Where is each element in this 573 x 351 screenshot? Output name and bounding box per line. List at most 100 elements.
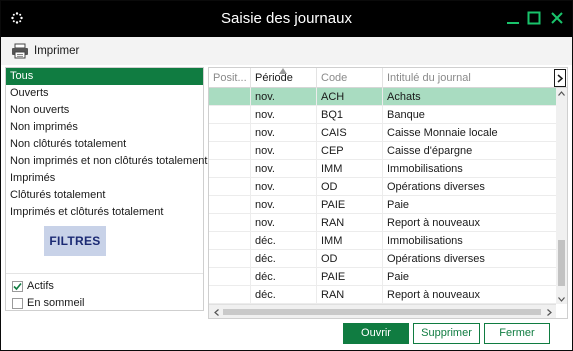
filter-item-tous[interactable]: Tous [6,68,203,85]
cell-period: nov. [251,160,317,178]
cell-position [209,214,251,232]
open-button[interactable]: Ouvrir [343,323,409,344]
scroll-left-icon[interactable] [211,307,221,317]
grid-header: Posit... Période Code Intitulé du journa… [209,68,567,88]
vertical-scroll-thumb[interactable] [558,240,565,286]
delete-button[interactable]: Supprimer [413,323,480,344]
cell-code: PAIE [317,268,383,286]
print-label: Imprimer [34,45,80,57]
cell-label: Caisse Monnaie locale [383,124,557,142]
cell-period: nov. [251,178,317,196]
cell-code: CAIS [317,124,383,142]
table-row[interactable]: nov. OD Opérations diverses [209,178,557,196]
table-row[interactable]: déc. IMM Immobilisations [209,232,557,250]
column-header-code[interactable]: Code [317,68,383,88]
cell-label: Achats [383,88,557,106]
table-row[interactable]: nov. ACH Achats [209,88,557,106]
cell-period: nov. [251,214,317,232]
table-row[interactable]: déc. OD Opérations diverses [209,250,557,268]
column-header-label[interactable]: Intitulé du journal [383,68,553,88]
sort-ascending-icon [279,68,287,74]
filter-panel: Tous Ouverts Non ouverts Non imprimés No… [5,67,207,311]
cell-code: IMM [317,160,383,178]
scroll-up-icon[interactable] [556,88,567,98]
filters-logo: FILTRES [44,226,106,256]
maximize-icon[interactable] [525,9,543,27]
table-row[interactable]: nov. RAN Report à nouveaux [209,214,557,232]
checkmark-icon [13,282,22,290]
cell-label: Report à nouveaux [383,214,557,232]
cell-position [209,88,251,106]
cell-position [209,250,251,268]
title-bar: Saisie des journaux [1,1,572,37]
cell-label: Paie [383,196,557,214]
cell-code: ACH [317,88,383,106]
table-row[interactable]: déc. RAN Report à nouveaux [209,286,557,304]
cell-period: déc. [251,268,317,286]
cell-period: déc. [251,286,317,304]
filter-item-ouverts[interactable]: Ouverts [6,85,203,102]
column-header-position[interactable]: Posit... [209,68,251,88]
journals-grid: Posit... Période Code Intitulé du journa… [208,67,568,319]
cell-period: nov. [251,196,317,214]
cell-label: Opérations diverses [383,250,557,268]
scroll-right-icon[interactable] [544,307,554,317]
close-button[interactable]: Fermer [484,323,550,344]
horizontal-scroll-thumb[interactable] [223,309,541,315]
cell-position [209,160,251,178]
cell-code: CEP [317,142,383,160]
table-row[interactable]: nov. PAIE Paie [209,196,557,214]
cell-period: nov. [251,124,317,142]
column-header-period[interactable]: Période [251,68,317,88]
scroll-right-button[interactable] [554,69,566,87]
cell-label: Immobilisations [383,232,557,250]
actifs-label: Actifs [27,280,54,292]
chevron-right-icon [557,73,563,83]
filter-item-non-imprimes-non-clotures[interactable]: Non imprimés et non clôturés totalement [6,153,207,170]
checkbox-unchecked[interactable] [12,297,23,309]
cell-code: RAN [317,286,383,304]
cell-label: Caisse d'épargne [383,142,557,160]
filter-item-non-ouverts[interactable]: Non ouverts [6,102,203,119]
filter-item-non-clotures[interactable]: Non clôturés totalement [6,136,203,153]
cell-position [209,106,251,124]
table-row[interactable]: nov. CAIS Caisse Monnaie locale [209,124,557,142]
close-icon[interactable] [548,9,566,27]
cell-label: Report à nouveaux [383,286,557,304]
cell-label: Opérations diverses [383,178,557,196]
en-sommeil-checkbox[interactable]: En sommeil [12,295,84,311]
table-row[interactable]: nov. IMM Immobilisations [209,160,557,178]
horizontal-scrollbar[interactable] [209,304,556,318]
scroll-down-icon[interactable] [556,294,567,304]
filter-item-imprimes[interactable]: Imprimés [6,170,203,187]
filter-item-non-imprimes[interactable]: Non imprimés [6,119,203,136]
journal-entry-window: Saisie des journaux Imprimer Tous Ouvert… [0,0,573,351]
cell-code: PAIE [317,196,383,214]
cell-code: RAN [317,214,383,232]
cell-label: Paie [383,268,557,286]
cell-position [209,232,251,250]
vertical-scrollbar[interactable] [556,88,567,304]
table-row[interactable]: nov. BQ1 Banque [209,106,557,124]
filter-item-imprimes-clotures[interactable]: Imprimés et clôturés totalement [6,204,203,221]
actifs-checkbox[interactable]: Actifs [12,278,54,294]
en-sommeil-label: En sommeil [27,297,85,309]
cell-position [209,196,251,214]
window-title: Saisie des journaux [221,10,352,27]
table-row[interactable]: déc. PAIE Paie [209,268,557,286]
cell-label: Immobilisations [383,160,557,178]
cell-position [209,124,251,142]
minimize-icon[interactable] [504,9,522,27]
filter-item-clotures[interactable]: Clôturés totalement [6,187,203,204]
table-row[interactable]: nov. CEP Caisse d'épargne [209,142,557,160]
cell-period: nov. [251,88,317,106]
cell-period: nov. [251,106,317,124]
print-button[interactable]: Imprimer [11,42,79,60]
cell-code: OD [317,178,383,196]
checkbox-checked[interactable] [12,280,23,292]
cell-position [209,286,251,304]
cell-period: déc. [251,250,317,268]
cell-position [209,142,251,160]
column-header-period-label: Période [255,72,293,84]
cell-code: OD [317,250,383,268]
